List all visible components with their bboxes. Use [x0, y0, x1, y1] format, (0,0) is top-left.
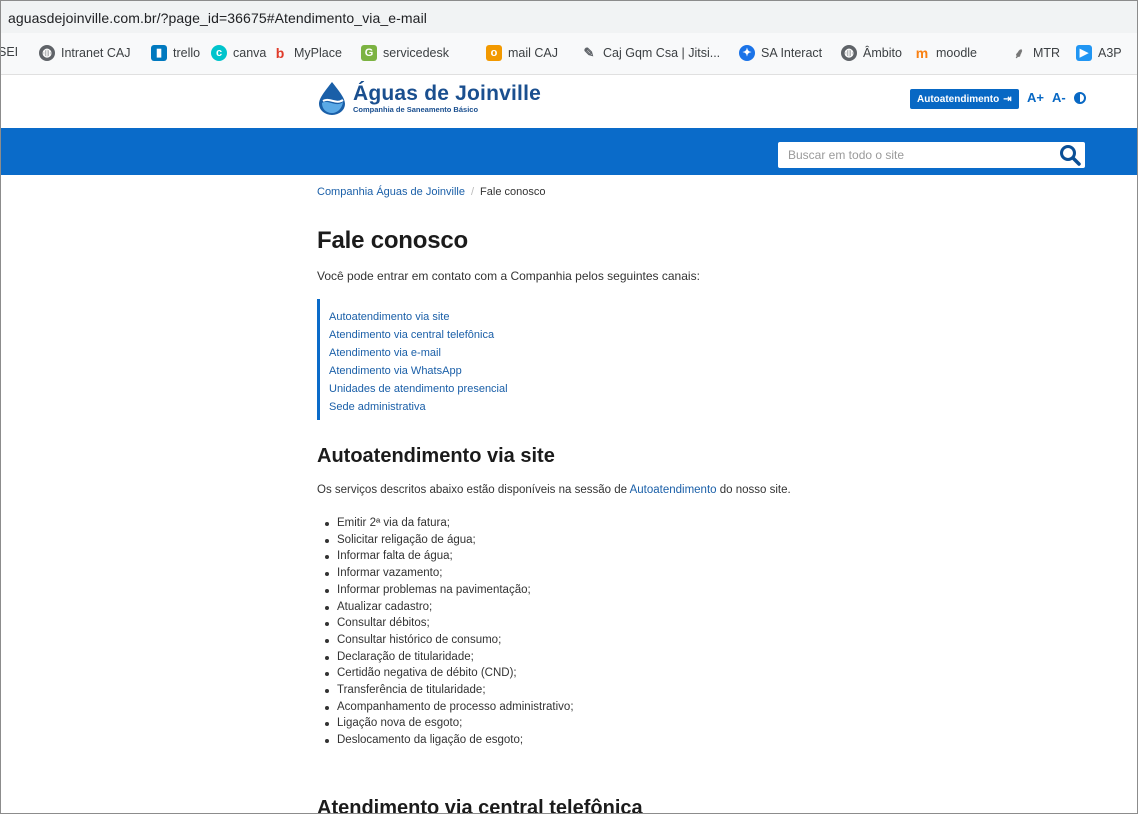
breadcrumb-home[interactable]: Companhia Águas de Joinville: [317, 186, 465, 198]
section-title-central-telefonica: Atendimento via central telefônica: [317, 797, 643, 814]
bookmark-jitsi[interactable]: ✎ Caj Gqm Csa | Jitsi...: [581, 45, 721, 61]
login-icon: ⇥: [1003, 93, 1012, 105]
services-list: Emitir 2ª via da fatura; Solicitar relig…: [317, 515, 574, 749]
breadcrumb: Companhia Águas de Joinville / Fale conosc…: [317, 186, 545, 198]
list-item: Declaração de titularidade;: [317, 649, 574, 666]
list-item: Emitir 2ª via da fatura;: [317, 515, 574, 532]
list-item: Informar falta de água;: [317, 548, 574, 565]
list-item: Deslocamento da ligação de esgoto;: [317, 732, 574, 749]
font-decrease-button[interactable]: A-: [1052, 90, 1066, 105]
toc-link-presencial[interactable]: Unidades de atendimento presencial: [329, 380, 577, 398]
intro-text: Você pode entrar em contato com a Compan…: [317, 269, 700, 283]
bookmark-sei[interactable]: SEI: [1, 45, 18, 59]
url-text[interactable]: aguasdejoinville.com.br/?page_id=36675#A…: [8, 10, 427, 26]
logo-subtitle: Companhia de Saneamento Básico: [353, 104, 479, 114]
feather-icon: ✎: [583, 45, 595, 60]
mail-icon: o: [486, 45, 502, 61]
myplace-icon: b: [275, 45, 285, 61]
bookmark-canva[interactable]: c canva: [211, 45, 266, 61]
search-button[interactable]: [1059, 144, 1081, 166]
list-item: Consultar histórico de consumo;: [317, 632, 574, 649]
search-input[interactable]: [778, 142, 1048, 168]
bookmark-servicedesk[interactable]: Gservicedesk: [361, 45, 449, 61]
globe-icon: ◍: [841, 45, 857, 61]
globe-icon: ◍: [39, 45, 55, 61]
list-item: Ligação nova de esgoto;: [317, 715, 574, 732]
autoatendimento-button[interactable]: Autoatendimento ⇥: [910, 89, 1019, 109]
list-item: Transferência de titularidade;: [317, 682, 574, 699]
site-logo[interactable]: Águas de Joinville Companhia de Saneamen…: [317, 81, 541, 115]
toc-link-autoatendimento[interactable]: Autoatendimento via site: [329, 308, 577, 326]
bookmark-a3p[interactable]: ▶ A3P: [1076, 45, 1122, 61]
trello-icon: ▮: [151, 45, 167, 61]
section-description: Os serviços descritos abaixo estão dispo…: [317, 484, 791, 496]
bookmark-mail[interactable]: o mail CAJ: [486, 45, 558, 61]
mtr-icon: ⸙: [1013, 45, 1025, 61]
font-increase-button[interactable]: A+: [1027, 90, 1044, 105]
contrast-icon[interactable]: [1073, 92, 1086, 104]
breadcrumb-current: Fale conosco: [480, 186, 546, 198]
nav-band: [1, 128, 1137, 175]
page-title: Fale conosco: [317, 227, 468, 254]
toc-link-central-telefonica[interactable]: Atendimento via central telefônica: [329, 326, 577, 344]
site-header: Águas de Joinville Companhia de Saneamen…: [1, 76, 1137, 128]
list-item: Certidão negativa de débito (CND);: [317, 665, 574, 682]
autoatendimento-link[interactable]: Autoatendimento: [630, 484, 717, 496]
list-item: Solicitar religação de água;: [317, 532, 574, 549]
water-drop-icon: [317, 81, 347, 115]
address-bar[interactable]: aguasdejoinville.com.br/?page_id=36675#A…: [1, 1, 1137, 33]
servicedesk-icon: G: [361, 45, 377, 61]
bookmarks-bar: SEI ◍Intranet CAJ ▮trello ccanva bMyPlac…: [1, 33, 1137, 75]
moodle-icon: m: [915, 45, 929, 61]
canva-icon: c: [211, 45, 227, 61]
list-item: Informar problemas na pavimentação;: [317, 582, 574, 599]
bookmark-ambito[interactable]: ◍ Âmbito: [841, 45, 902, 61]
bookmark-trello[interactable]: ▮ trello: [151, 45, 200, 61]
logo-name: Águas de Joinville: [353, 81, 541, 105]
list-item: Atualizar cadastro;: [317, 599, 574, 616]
logo-text: Águas de Joinville Companhia de Saneamen…: [353, 81, 541, 114]
search-box: [778, 142, 1085, 168]
bookmark-moodle[interactable]: m moodle: [914, 45, 977, 61]
bookmark-intranet[interactable]: ◍ Intranet CAJ: [39, 45, 130, 61]
toc-link-sede[interactable]: Sede administrativa: [329, 398, 577, 416]
list-item: Informar vazamento;: [317, 565, 574, 582]
sa-interact-icon: ✦: [739, 45, 755, 61]
bookmark-sa-interact[interactable]: ✦ SA Interact: [739, 45, 822, 61]
bookmark-myplace[interactable]: b MyPlace: [272, 45, 342, 61]
table-of-contents: Autoatendimento via site Atendimento via…: [317, 299, 577, 420]
breadcrumb-separator: /: [470, 186, 475, 198]
font-controls: A+ A-: [1027, 90, 1086, 105]
bookmark-mtr[interactable]: ⸙ MTR: [1011, 45, 1060, 61]
toc-link-email[interactable]: Atendimento via e-mail: [329, 344, 577, 362]
list-item: Consultar débitos;: [317, 615, 574, 632]
search-icon: [1060, 145, 1081, 166]
section-title-autoatendimento: Autoatendimento via site: [317, 445, 555, 467]
toc-link-whatsapp[interactable]: Atendimento via WhatsApp: [329, 362, 577, 380]
list-item: Acompanhamento de processo administrativ…: [317, 699, 574, 716]
a3p-icon: ▶: [1076, 45, 1092, 61]
